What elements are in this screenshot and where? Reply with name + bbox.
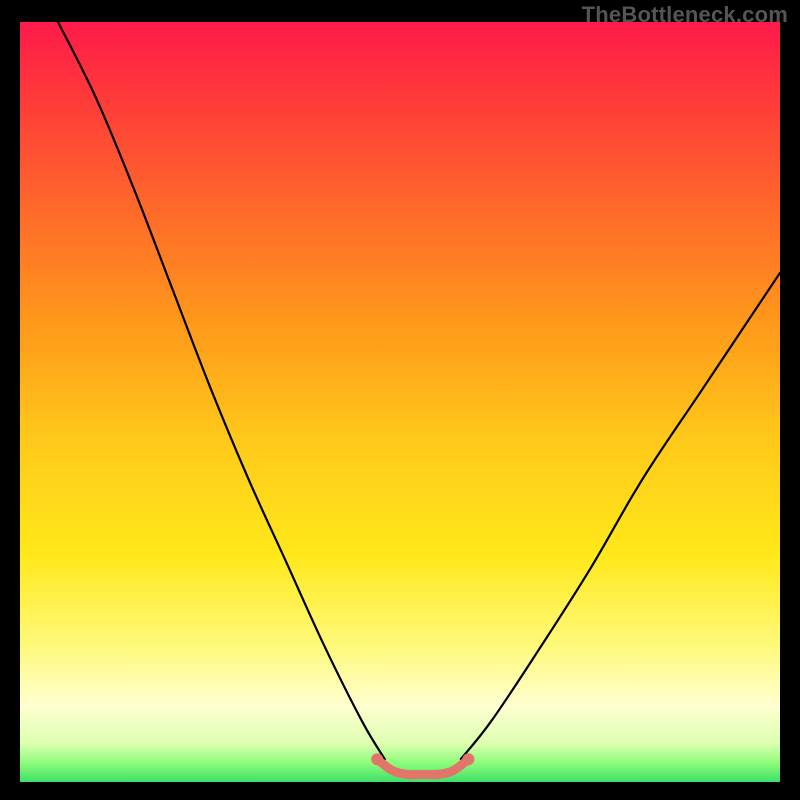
marker-0	[371, 753, 383, 765]
gradient-background	[20, 22, 780, 782]
plot-area	[20, 22, 780, 782]
chart-svg	[20, 22, 780, 782]
marker-1	[462, 753, 474, 765]
chart-frame: TheBottleneck.com	[0, 0, 800, 800]
